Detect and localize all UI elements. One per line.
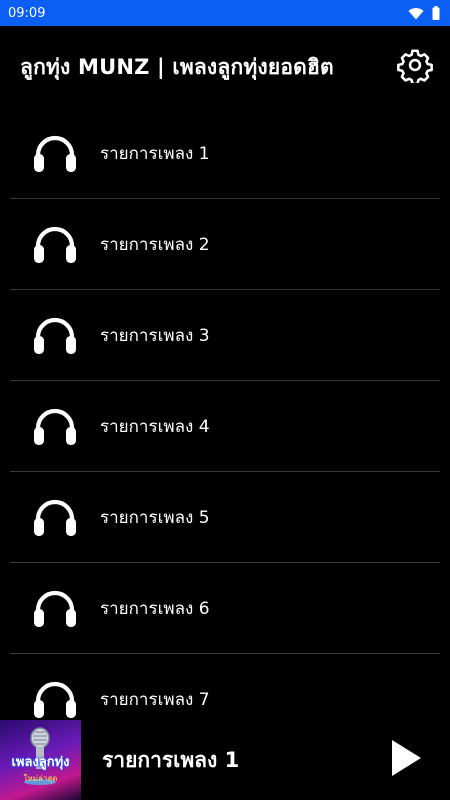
playlist-item[interactable]: รายการเพลง 5 (10, 472, 440, 563)
headphones-icon (32, 312, 78, 358)
settings-button[interactable] (396, 48, 434, 86)
headphones-icon (32, 221, 78, 267)
battery-icon (432, 6, 440, 20)
headphones-icon (32, 585, 78, 631)
headphones-icon (32, 403, 78, 449)
gear-icon (397, 47, 433, 87)
play-button[interactable] (384, 738, 428, 782)
playlist-item[interactable]: รายการเพลง 1 (10, 108, 440, 199)
playlist-item[interactable]: รายการเพลง 4 (10, 381, 440, 472)
playlist-item-label: รายการเพลง 5 (100, 507, 210, 528)
playlist-item[interactable]: รายการเพลง 3 (10, 290, 440, 381)
album-art-subtitle: ใหม่ล่าสุด (23, 774, 58, 783)
app-bar: ลูกทุ่ง MUNZ | เพลงลูกทุ่งยอดฮิต (0, 26, 450, 108)
wifi-icon (408, 7, 424, 20)
headphones-icon (32, 130, 78, 176)
app-title: ลูกทุ่ง MUNZ | เพลงลูกทุ่งยอดฮิต (20, 54, 334, 79)
play-icon (390, 739, 422, 781)
status-time: 09:09 (8, 5, 46, 21)
album-art-title: เพลงลูกทุ่ง (11, 755, 70, 770)
playlist-item[interactable]: รายการเพลง 6 (10, 563, 440, 654)
playlist-item[interactable]: รายการเพลง 7 (10, 654, 440, 720)
playlist-item-label: รายการเพลง 6 (100, 598, 210, 619)
player-bar: เพลงลูกทุ่ง ใหม่ล่าสุด รายการเพลง 1 (0, 720, 450, 800)
playlist-item-label: รายการเพลง 4 (100, 416, 210, 437)
headphones-icon (32, 494, 78, 540)
status-bar: 09:09 (0, 0, 450, 26)
playlist-item-label: รายการเพลง 1 (100, 143, 210, 164)
status-icons (408, 6, 440, 20)
playlist-item-label: รายการเพลง 3 (100, 325, 210, 346)
playlist-item-label: รายการเพลง 2 (100, 234, 210, 255)
playlist-item[interactable]: รายการเพลง 2 (10, 199, 440, 290)
headphones-icon (32, 676, 78, 720)
album-art[interactable]: เพลงลูกทุ่ง ใหม่ล่าสุด (0, 720, 81, 800)
playlist: รายการเพลง 1 รายการเพลง 2 รายการเพลง 3 รายก… (10, 108, 440, 720)
playlist-item-label: รายการเพลง 7 (100, 689, 210, 710)
now-playing-title: รายการเพลง 1 (102, 747, 240, 772)
